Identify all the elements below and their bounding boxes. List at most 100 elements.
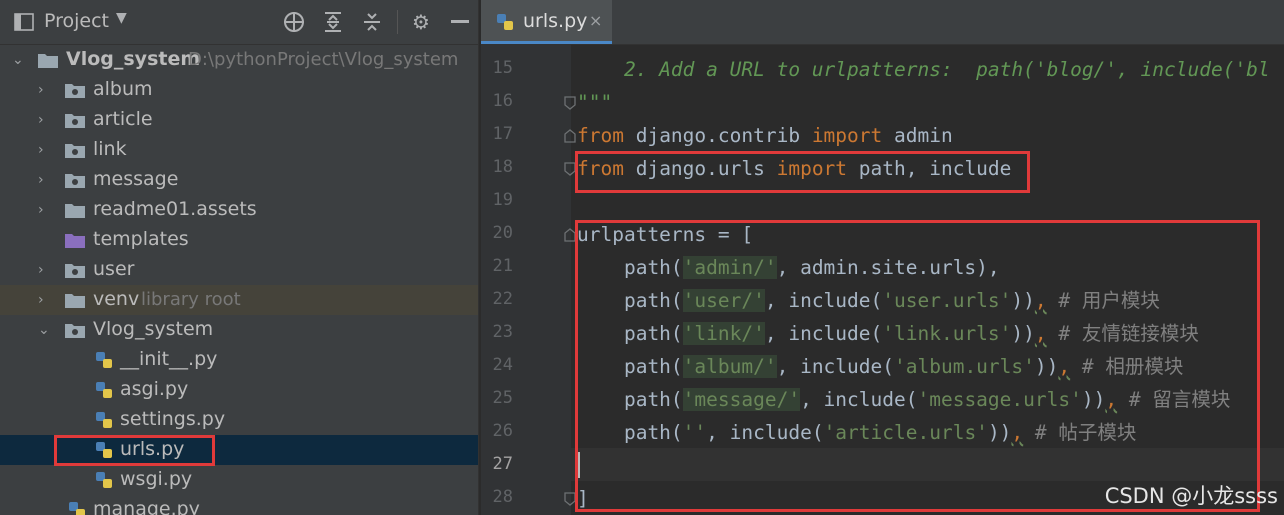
line-number: 22 — [492, 289, 513, 309]
code-line-24: path('album/', include('album.urls')), #… — [577, 355, 1184, 378]
tree-item-label: message — [93, 168, 179, 190]
tree-item-init-py[interactable]: __init__.py — [0, 345, 478, 375]
project-title[interactable]: Project — [44, 10, 109, 32]
folder-icon — [65, 264, 85, 278]
tree-item-user[interactable]: › user — [0, 255, 478, 285]
chevron-right-icon[interactable]: › — [38, 170, 52, 190]
tree-item-label: album — [93, 78, 153, 100]
tree-item-vlog-system-pkg[interactable]: ⌄ Vlog_system — [0, 315, 478, 345]
expand-all-icon[interactable] — [321, 10, 345, 34]
code-editor: urls.py × 15 16 17 18 19 20 21 22 23 24 … — [481, 0, 1284, 515]
python-file-icon — [96, 382, 112, 398]
project-view-icon — [12, 10, 36, 34]
gear-icon[interactable]: ⚙ — [409, 10, 433, 34]
chevron-down-icon[interactable]: ⌄ — [12, 50, 26, 70]
tree-item-label: templates — [93, 228, 189, 250]
fold-end-icon[interactable] — [564, 162, 576, 176]
python-file-icon — [497, 14, 513, 30]
tree-item-link[interactable]: › link — [0, 135, 478, 165]
line-number: 28 — [492, 487, 513, 507]
tree-item-label: venv — [93, 288, 140, 310]
tree-item-label: article — [93, 108, 153, 130]
tree-item-message[interactable]: › message — [0, 165, 478, 195]
code-line-23: path('link/', include('link.urls')), # 友… — [577, 322, 1199, 345]
globe-icon[interactable] — [282, 10, 306, 34]
line-number: 18 — [492, 157, 513, 177]
folder-icon — [38, 54, 58, 68]
tree-item-label: link — [93, 138, 127, 160]
line-number-current: 27 — [492, 454, 513, 474]
tree-item-label: wsgi.py — [120, 468, 193, 490]
chevron-right-icon[interactable]: › — [38, 140, 52, 160]
tree-item-asgi-py[interactable]: asgi.py — [0, 375, 478, 405]
code-line-16: """ — [577, 91, 613, 114]
line-number: 17 — [492, 124, 513, 144]
python-file-icon — [96, 412, 112, 428]
tree-item-label: Vlog_system — [93, 318, 214, 340]
tree-item-readme-assets[interactable]: › readme01.assets — [0, 195, 478, 225]
chevron-right-icon[interactable]: › — [38, 290, 52, 310]
chevron-right-icon[interactable]: › — [38, 110, 52, 130]
code-line-25: path('message/', include('message.urls')… — [577, 388, 1231, 411]
tree-item-venv[interactable]: › venv library root — [0, 285, 478, 315]
fold-end-icon[interactable] — [564, 492, 576, 506]
tree-item-label: urls.py — [120, 438, 185, 460]
folder-icon — [65, 144, 85, 158]
python-file-icon — [96, 442, 112, 458]
line-number: 19 — [492, 190, 513, 210]
project-panel: Project ▼ ⚙ ⌄ Vlog_system D:\pythonProje… — [0, 0, 478, 515]
code-line-22: path('user/', include('user.urls')), # 用… — [577, 289, 1160, 312]
line-number: 25 — [492, 388, 513, 408]
line-number: 26 — [492, 421, 513, 441]
tree-item-settings-py[interactable]: settings.py — [0, 405, 478, 435]
folder-icon — [65, 114, 85, 128]
tree-item-urls-py[interactable]: urls.py — [0, 435, 478, 465]
folder-icon — [65, 174, 85, 188]
tree-item-path: D:\pythonProject\Vlog_system — [188, 49, 459, 70]
line-number: 15 — [492, 58, 513, 78]
tree-item-manage-py[interactable]: manage.py — [0, 495, 478, 515]
text-caret — [578, 452, 580, 478]
tree-item-album[interactable]: › album — [0, 75, 478, 105]
chevron-right-icon[interactable]: › — [38, 200, 52, 220]
python-file-icon — [69, 502, 85, 515]
chevron-down-icon[interactable]: ⌄ — [38, 320, 52, 340]
tree-item-label: readme01.assets — [93, 198, 257, 220]
chevron-right-icon[interactable]: › — [38, 260, 52, 280]
code-line-18: from django.urls import path, include — [577, 157, 1012, 180]
line-number: 23 — [492, 322, 513, 342]
tree-item-label: manage.py — [93, 498, 200, 515]
fold-end-icon[interactable] — [564, 96, 576, 110]
code-line-17: from django.contrib import admin — [577, 124, 953, 147]
tree-item-label: Vlog_system — [66, 48, 201, 70]
code-line-21: path('admin/', admin.site.urls), — [577, 256, 1000, 279]
code-line-14-partial — [577, 20, 600, 53]
tree-item-hint: library root — [141, 289, 241, 310]
line-number-gutter: 15 16 17 18 19 20 21 22 23 24 25 26 27 2… — [481, 44, 576, 515]
folder-icon — [65, 204, 85, 218]
line-number: 16 — [492, 91, 513, 111]
tree-item-article[interactable]: › article — [0, 105, 478, 135]
code-line-28: ] — [577, 487, 589, 510]
collapse-all-icon[interactable] — [360, 10, 384, 34]
code-line-26: path('', include('article.urls')), # 帖子模… — [577, 421, 1137, 444]
chevron-down-icon[interactable]: ▼ — [116, 10, 127, 26]
tree-item-label: asgi.py — [120, 378, 189, 400]
tree-item-wsgi-py[interactable]: wsgi.py — [0, 465, 478, 495]
tree-item-templates[interactable]: templates — [0, 225, 478, 255]
fold-start-icon[interactable] — [564, 228, 576, 242]
header-separator — [397, 10, 398, 34]
tree-item-vlog-system-root[interactable]: ⌄ Vlog_system D:\pythonProject\Vlog_syst… — [0, 45, 478, 75]
line-number: 21 — [492, 256, 513, 276]
folder-icon — [65, 294, 85, 308]
python-file-icon — [96, 472, 112, 488]
editor-tab-bar: urls.py × — [481, 0, 1284, 45]
code-area[interactable]: 2. Add a URL to urlpatterns: path('blog/… — [577, 44, 1284, 515]
code-line-20: urlpatterns = [ — [577, 223, 754, 246]
minimize-icon[interactable] — [448, 10, 472, 34]
tree-item-label: user — [93, 258, 135, 280]
chevron-right-icon[interactable]: › — [38, 80, 52, 100]
folder-icon — [65, 84, 85, 98]
fold-start-icon[interactable] — [564, 129, 576, 143]
line-number: 20 — [492, 223, 513, 243]
